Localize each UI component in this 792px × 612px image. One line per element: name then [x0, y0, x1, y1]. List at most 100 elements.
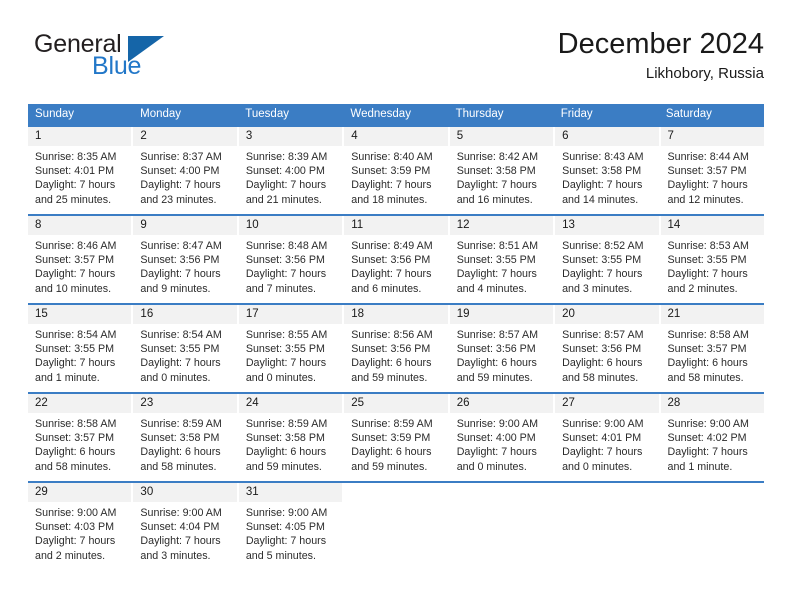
daylight-text-line2: and 3 minutes. — [140, 549, 211, 562]
day-number-band: 18 — [344, 305, 448, 324]
day-number: 30 — [140, 486, 154, 498]
daylight-text-line1: Daylight: 6 hours — [351, 357, 432, 370]
day-cell[interactable]: 8 Sunrise: 8:46 AM Sunset: 3:57 PM Dayli… — [28, 216, 134, 303]
sunrise-text: Sunrise: 8:47 AM — [140, 240, 222, 252]
day-cell[interactable]: 5 Sunrise: 8:42 AM Sunset: 3:58 PM Dayli… — [449, 127, 556, 214]
daylight-text-line2: and 12 minutes. — [667, 193, 744, 206]
day-cell[interactable]: 29 Sunrise: 9:00 AM Sunset: 4:03 PM Dayl… — [28, 483, 134, 569]
sunrise-text: Sunrise: 8:53 AM — [667, 240, 749, 252]
day-number-band: 25 — [344, 394, 448, 413]
day-cell[interactable]: 15 Sunrise: 8:54 AM Sunset: 3:55 PM Dayl… — [28, 305, 134, 392]
day-cell[interactable]: 19 Sunrise: 8:57 AM Sunset: 3:56 PM Dayl… — [449, 305, 556, 392]
sunrise-text: Sunrise: 8:58 AM — [35, 418, 117, 430]
day-cell[interactable]: 13 Sunrise: 8:52 AM Sunset: 3:55 PM Dayl… — [555, 216, 661, 303]
week-row: 29 Sunrise: 9:00 AM Sunset: 4:03 PM Dayl… — [28, 481, 764, 569]
sunrise-text: Sunrise: 8:54 AM — [140, 329, 222, 341]
sunrise-text: Sunrise: 8:39 AM — [245, 151, 328, 163]
day-cell-empty — [555, 483, 661, 569]
day-details: Sunrise: 8:48 AM Sunset: 3:56 PM Dayligh… — [239, 235, 342, 296]
day-details: Sunrise: 8:39 AM Sunset: 4:00 PM Dayligh… — [239, 146, 342, 207]
page-header: General Blue December 2024 Likhobory, Ru… — [28, 28, 764, 96]
day-details: Sunrise: 8:55 AM Sunset: 3:55 PM Dayligh… — [239, 324, 342, 385]
daylight-text-line1: Daylight: 7 hours — [562, 446, 643, 459]
day-cell-empty — [661, 483, 764, 569]
day-cell[interactable]: 23 Sunrise: 8:59 AM Sunset: 3:58 PM Dayl… — [133, 394, 239, 481]
sunset-text: Sunset: 4:00 PM — [140, 165, 220, 178]
day-cell[interactable]: 12 Sunrise: 8:51 AM Sunset: 3:55 PM Dayl… — [449, 216, 556, 303]
sunset-text: Sunset: 4:01 PM — [35, 165, 115, 178]
day-details: Sunrise: 9:00 AM Sunset: 4:05 PM Dayligh… — [239, 502, 342, 563]
day-number: 20 — [562, 308, 575, 320]
weekday-header-tuesday: Tuesday — [245, 108, 289, 120]
day-details: Sunrise: 8:44 AM Sunset: 3:57 PM Dayligh… — [661, 146, 764, 207]
week-row: 8 Sunrise: 8:46 AM Sunset: 3:57 PM Dayli… — [28, 214, 764, 303]
day-number-band — [555, 483, 658, 502]
daylight-text-line1: Daylight: 7 hours — [35, 357, 116, 370]
day-cell[interactable]: 7 Sunrise: 8:44 AM Sunset: 3:57 PM Dayli… — [660, 127, 764, 214]
day-cell[interactable]: 2 Sunrise: 8:37 AM Sunset: 4:00 PM Dayli… — [133, 127, 239, 214]
day-cell[interactable]: 6 Sunrise: 8:43 AM Sunset: 3:58 PM Dayli… — [555, 127, 661, 214]
daylight-text-line1: Daylight: 7 hours — [667, 179, 748, 192]
day-number-band: 16 — [133, 305, 237, 324]
brand-logo[interactable]: General Blue — [34, 32, 214, 88]
day-number-band: 19 — [449, 305, 554, 324]
day-cell[interactable]: 1 Sunrise: 8:35 AM Sunset: 4:01 PM Dayli… — [28, 127, 134, 214]
day-details: Sunrise: 8:56 AM Sunset: 3:56 PM Dayligh… — [344, 324, 447, 385]
day-details: Sunrise: 8:46 AM Sunset: 3:57 PM Dayligh… — [28, 235, 131, 296]
day-number: 11 — [351, 219, 364, 231]
daylight-text-line2: and 4 minutes. — [456, 282, 527, 295]
daylight-text-line1: Daylight: 7 hours — [456, 179, 537, 192]
sunset-text: Sunset: 3:55 PM — [456, 254, 536, 267]
daylight-text-line1: Daylight: 7 hours — [245, 357, 327, 370]
day-number: 17 — [245, 308, 259, 320]
daylight-text-line2: and 59 minutes. — [456, 371, 533, 384]
day-details: Sunrise: 8:59 AM Sunset: 3:58 PM Dayligh… — [133, 413, 236, 474]
daylight-text-line2: and 14 minutes. — [562, 193, 639, 206]
daylight-text-line1: Daylight: 7 hours — [351, 268, 432, 281]
day-cell[interactable]: 18 Sunrise: 8:56 AM Sunset: 3:56 PM Dayl… — [344, 305, 450, 392]
day-cell[interactable]: 10 Sunrise: 8:48 AM Sunset: 3:56 PM Dayl… — [238, 216, 345, 303]
day-cell[interactable]: 26 Sunrise: 9:00 AM Sunset: 4:00 PM Dayl… — [449, 394, 556, 481]
day-cell[interactable]: 17 Sunrise: 8:55 AM Sunset: 3:55 PM Dayl… — [238, 305, 345, 392]
day-cell[interactable]: 25 Sunrise: 8:59 AM Sunset: 3:59 PM Dayl… — [344, 394, 450, 481]
day-number: 23 — [140, 397, 154, 409]
day-number: 1 — [35, 130, 42, 142]
day-cell[interactable]: 14 Sunrise: 8:53 AM Sunset: 3:55 PM Dayl… — [660, 216, 764, 303]
day-number-band: 27 — [555, 394, 659, 413]
day-cell[interactable]: 11 Sunrise: 8:49 AM Sunset: 3:56 PM Dayl… — [344, 216, 450, 303]
day-cell[interactable]: 22 Sunrise: 8:58 AM Sunset: 3:57 PM Dayl… — [28, 394, 134, 481]
day-number: 22 — [35, 397, 48, 409]
day-details: Sunrise: 8:52 AM Sunset: 3:55 PM Dayligh… — [555, 235, 658, 296]
day-number-band: 13 — [555, 216, 659, 235]
page-title: December 2024 — [557, 28, 764, 60]
day-cell[interactable]: 4 Sunrise: 8:40 AM Sunset: 3:59 PM Dayli… — [344, 127, 450, 214]
sunset-text: Sunset: 3:56 PM — [351, 343, 431, 356]
sunrise-text: Sunrise: 9:00 AM — [667, 418, 749, 430]
daylight-text-line1: Daylight: 7 hours — [140, 179, 221, 192]
day-cell[interactable]: 20 Sunrise: 8:57 AM Sunset: 3:56 PM Dayl… — [555, 305, 661, 392]
daylight-text-line1: Daylight: 7 hours — [35, 535, 116, 548]
daylight-text-line1: Daylight: 7 hours — [667, 446, 748, 459]
week-row: 1 Sunrise: 8:35 AM Sunset: 4:01 PM Dayli… — [28, 125, 764, 214]
sunset-text: Sunset: 3:59 PM — [351, 432, 431, 445]
day-cell[interactable]: 31 Sunrise: 9:00 AM Sunset: 4:05 PM Dayl… — [238, 483, 345, 569]
daylight-text-line2: and 18 minutes. — [351, 193, 428, 206]
daylight-text-line2: and 1 minute. — [35, 371, 100, 384]
sunrise-text: Sunrise: 8:54 AM — [35, 329, 117, 341]
day-details: Sunrise: 8:40 AM Sunset: 3:59 PM Dayligh… — [344, 146, 447, 207]
day-cell[interactable]: 28 Sunrise: 9:00 AM Sunset: 4:02 PM Dayl… — [660, 394, 764, 481]
day-number: 13 — [562, 219, 575, 231]
day-cell[interactable]: 16 Sunrise: 8:54 AM Sunset: 3:55 PM Dayl… — [133, 305, 239, 392]
sunrise-text: Sunrise: 8:58 AM — [667, 329, 749, 341]
day-cell[interactable]: 24 Sunrise: 8:59 AM Sunset: 3:58 PM Dayl… — [238, 394, 345, 481]
day-number: 25 — [351, 397, 365, 409]
sunset-text: Sunset: 4:00 PM — [245, 165, 325, 178]
day-cell[interactable]: 3 Sunrise: 8:39 AM Sunset: 4:00 PM Dayli… — [238, 127, 345, 214]
day-cell[interactable]: 9 Sunrise: 8:47 AM Sunset: 3:56 PM Dayli… — [133, 216, 239, 303]
day-cell[interactable]: 21 Sunrise: 8:58 AM Sunset: 3:57 PM Dayl… — [660, 305, 764, 392]
day-cell[interactable]: 30 Sunrise: 9:00 AM Sunset: 4:04 PM Dayl… — [133, 483, 239, 569]
weekday-header-wednesday: Wednesday — [350, 108, 411, 120]
weekday-header-thursday: Thursday — [455, 108, 504, 120]
day-cell[interactable]: 27 Sunrise: 9:00 AM Sunset: 4:01 PM Dayl… — [555, 394, 661, 481]
day-details: Sunrise: 8:54 AM Sunset: 3:55 PM Dayligh… — [133, 324, 236, 385]
